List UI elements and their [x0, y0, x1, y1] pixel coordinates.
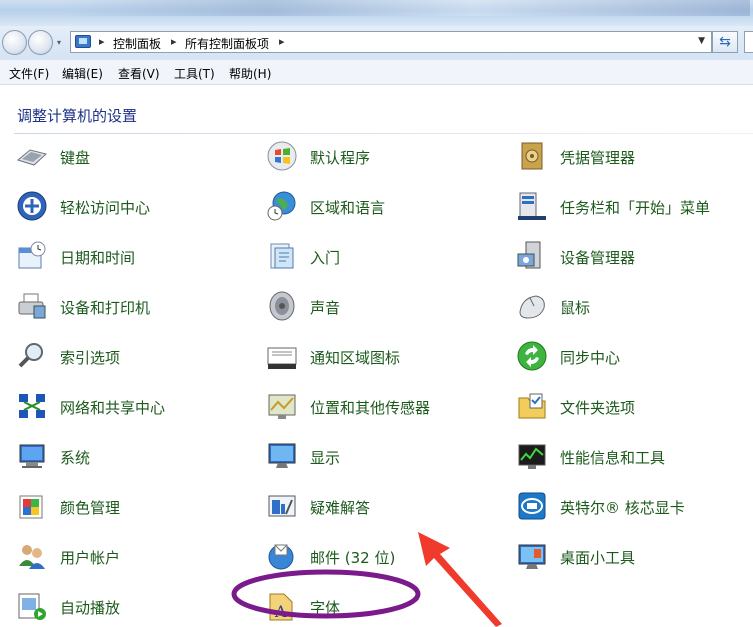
breadcrumb-arrow-icon[interactable]: ▸ — [279, 35, 285, 48]
computer-icon — [19, 444, 45, 468]
menu-help[interactable]: 帮助(H) — [229, 65, 271, 82]
refresh-button[interactable]: ⇆ — [712, 31, 738, 53]
item-label: 系统 — [60, 449, 91, 467]
address-bar[interactable]: ▸ 控制面板 ▸ 所有控制面板项 ▸ ▼ — [70, 31, 712, 53]
item-label: 鼠标 — [560, 299, 591, 317]
item-label: 文件夹选项 — [560, 399, 636, 417]
vault-icon — [521, 142, 543, 170]
getting-started-icon — [270, 243, 294, 269]
ease-of-access-icon — [17, 191, 47, 221]
location-sensor-icon — [268, 394, 296, 419]
item-label: 英特尔® 核芯显卡 — [560, 499, 685, 517]
item-label: 日期和时间 — [60, 249, 136, 267]
folder-options-icon — [518, 393, 546, 419]
item-label: 入门 — [310, 249, 341, 267]
highlight-ellipse — [231, 569, 421, 619]
network-icon — [19, 394, 45, 418]
item-label: 轻松访问中心 — [60, 199, 151, 217]
performance-icon — [518, 444, 546, 469]
item-label: 通知区域图标 — [310, 349, 401, 367]
speaker-icon — [269, 291, 295, 321]
breadcrumb-all-items[interactable]: 所有控制面板项 — [185, 35, 269, 52]
item-label: 用户帐户 — [60, 549, 121, 567]
item-label: 邮件 (32 位) — [310, 549, 396, 567]
item-label: 任务栏和「开始」菜单 — [560, 199, 711, 217]
item-label: 网络和共享中心 — [60, 399, 166, 417]
search-input[interactable] — [744, 31, 753, 53]
menu-tools[interactable]: 工具(T) — [174, 65, 215, 82]
intel-graphics-icon — [518, 492, 546, 520]
item-label: 凭据管理器 — [560, 149, 636, 167]
divider — [14, 133, 753, 134]
keyboard-icon — [16, 149, 48, 166]
troubleshooting-icon — [268, 495, 296, 517]
item-label: 桌面小工具 — [560, 549, 636, 567]
item-label: 同步中心 — [560, 349, 621, 367]
navigation-bar: ▾ ▸ 控制面板 ▸ 所有控制面板项 ▸ ▼ ⇆ — [0, 26, 753, 60]
menu-view[interactable]: 查看(V) — [118, 65, 160, 82]
breadcrumb-control-panel[interactable]: 控制面板 — [113, 35, 161, 52]
control-panel-items: 调整计算机的设置 键盘 轻松访问中心 日期和时间 设备和打印机 索引选项 网络和… — [0, 85, 753, 627]
menu-bar: 文件(F) 编辑(E) 查看(V) 工具(T) 帮助(H) — [0, 60, 753, 85]
item-label: 声音 — [310, 299, 341, 317]
breadcrumb-arrow-icon[interactable]: ▸ — [171, 35, 177, 48]
item-label: 索引选项 — [60, 349, 121, 367]
windows-logo-icon — [267, 141, 297, 171]
item-label: 自动播放 — [60, 599, 121, 617]
window-title-strip — [0, 0, 753, 26]
notification-tray-icon — [267, 347, 297, 369]
item-label: 默认程序 — [310, 149, 371, 167]
control-panel-icon — [75, 35, 91, 48]
item-label: 显示 — [310, 449, 341, 467]
item-label: 位置和其他传感器 — [310, 399, 431, 417]
page-title: 调整计算机的设置 — [17, 107, 138, 125]
item-label: 颜色管理 — [60, 499, 121, 517]
gadgets-icon — [518, 544, 546, 569]
sync-icon — [517, 341, 547, 371]
magnifier-icon — [18, 343, 43, 368]
item-label: 设备管理器 — [560, 249, 636, 267]
mouse-icon — [519, 295, 545, 319]
color-management-icon — [19, 495, 43, 519]
address-dropdown-icon[interactable]: ▼ — [698, 36, 705, 46]
forward-button[interactable] — [28, 30, 53, 55]
item-label: 区域和语言 — [310, 199, 386, 217]
display-icon — [268, 443, 296, 468]
item-label: 设备和打印机 — [60, 299, 151, 317]
users-icon — [19, 545, 45, 569]
breadcrumb-arrow-icon[interactable]: ▸ — [99, 35, 105, 48]
title-glass — [60, 0, 750, 16]
taskbar-icon — [518, 192, 546, 220]
recent-pages-dropdown-icon[interactable]: ▾ — [57, 38, 61, 47]
item-label: 疑难解答 — [310, 499, 371, 517]
menu-file[interactable]: 文件(F) — [9, 65, 49, 82]
back-button[interactable] — [2, 30, 27, 55]
item-label: 性能信息和工具 — [560, 449, 666, 467]
annotation-arrow-icon — [418, 532, 502, 627]
printer-icon — [18, 293, 46, 319]
globe-clock-icon — [267, 191, 296, 221]
autoplay-icon — [18, 593, 46, 620]
device-manager-icon — [517, 241, 541, 269]
item-label: 键盘 — [60, 149, 91, 167]
calendar-clock-icon — [18, 241, 46, 269]
menu-edit[interactable]: 编辑(E) — [62, 65, 103, 82]
